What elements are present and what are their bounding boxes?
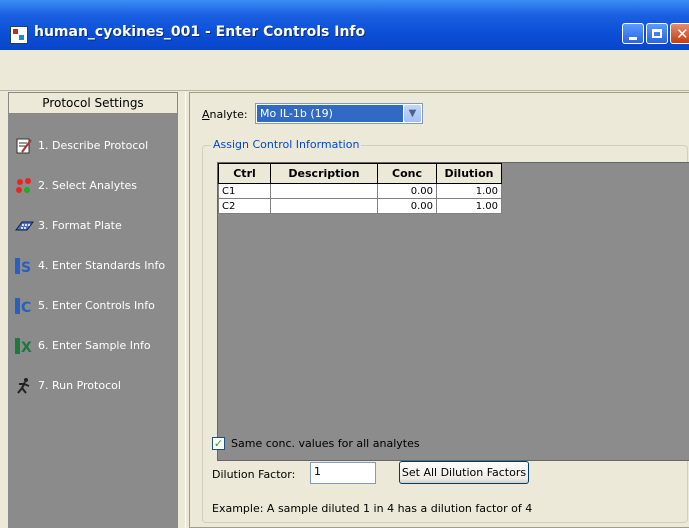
svg-text:S: S [21,260,31,276]
column-header-description[interactable]: Description [270,163,378,184]
sidebar-item-enter-controls[interactable]: C 5. Enter Controls Info [8,290,178,320]
cell-ctrl: C1 [218,183,271,199]
maximize-icon [652,29,662,38]
controls-grid: Ctrl Description Conc Dilution C1 0.00 1… [217,162,689,461]
sidebar-item-enter-standards[interactable]: S 4. Enter Standards Info [8,250,178,280]
controls-table: Ctrl Description Conc Dilution C1 0.00 1… [218,163,502,214]
dilution-factor-label: Dilution Factor: [212,468,296,481]
column-header-conc[interactable]: Conc [377,163,437,184]
molecules-icon [16,178,31,193]
cell-ctrl: C2 [218,198,271,214]
cell-description[interactable] [270,183,378,199]
group-title: Assign Control Information [211,138,362,151]
title-bar: human_cyokines_001 - Enter Controls Info… [0,0,689,50]
controls-icon: C [15,298,31,316]
sidebar-item-enter-samples[interactable]: X 6. Enter Sample Info [8,330,178,360]
cell-description[interactable] [270,198,378,214]
column-header-ctrl[interactable]: Ctrl [218,163,271,184]
cell-conc[interactable]: 0.00 [377,183,437,199]
cell-dilution[interactable]: 1.00 [436,183,502,199]
set-all-dilution-factors-button[interactable]: Set All Dilution Factors [399,461,529,484]
sidebar-item-label: 5. Enter Controls Info [38,299,155,312]
same-conc-checkbox[interactable]: ✓ [212,437,225,450]
sidebar-item-run-protocol[interactable]: 7. Run Protocol [8,370,178,400]
main-panel: Analyte: Mo IL-1b (19) ▼ Assign Control … [185,92,689,528]
cell-conc[interactable]: 0.00 [377,198,437,214]
close-icon: ✕ [676,25,689,43]
sidebar-item-label: 6. Enter Sample Info [38,339,151,352]
sidebar-header: Protocol Settings [8,92,178,114]
notepad-icon [16,138,32,154]
toolbar-area [0,50,689,91]
svg-text:C: C [21,300,31,316]
runner-icon [17,378,30,394]
example-text: Example: A sample diluted 1 in 4 has a d… [212,502,533,515]
app-icon [10,26,28,44]
dilution-factor-input[interactable]: 1 [310,462,376,484]
svg-text:X: X [21,340,32,356]
minimize-button[interactable] [622,23,644,44]
analyte-label: Analyte: [202,108,248,121]
sidebar-item-format-plate[interactable]: 3. Format Plate [8,210,178,240]
minimize-icon [629,37,637,40]
protocol-sidebar: Protocol Settings 1. Describe Protocol 2… [8,92,178,528]
sidebar-item-label: 3. Format Plate [38,219,122,232]
table-row: C2 0.00 1.00 [218,198,502,214]
analyte-dropdown[interactable]: Mo IL-1b (19) ▼ [255,103,423,124]
window-title: human_cyokines_001 - Enter Controls Info [34,24,366,40]
column-header-dilution[interactable]: Dilution [436,163,502,184]
samples-icon: X [15,338,32,356]
cell-dilution[interactable]: 1.00 [436,198,502,214]
maximize-button[interactable] [646,23,668,44]
sidebar-item-label: 2. Select Analytes [38,179,138,192]
analyte-selected-value: Mo IL-1b (19) [257,105,403,122]
sidebar-item-label: 1. Describe Protocol [38,139,149,152]
chevron-down-icon[interactable]: ▼ [404,105,421,122]
sidebar-item-label: 7. Run Protocol [38,379,121,392]
close-button[interactable]: ✕ [670,23,689,44]
same-conc-label: Same conc. values for all analytes [231,437,420,450]
sidebar-item-label: 4. Enter Standards Info [38,259,166,272]
table-row: C1 0.00 1.00 [218,183,502,199]
sidebar-item-select-analytes[interactable]: 2. Select Analytes [8,170,178,200]
standards-icon: S [15,258,31,276]
sidebar-item-describe-protocol[interactable]: 1. Describe Protocol [8,130,178,160]
main-panel-frame: Analyte: Mo IL-1b (19) ▼ Assign Control … [189,92,689,528]
plate-icon [15,221,34,231]
